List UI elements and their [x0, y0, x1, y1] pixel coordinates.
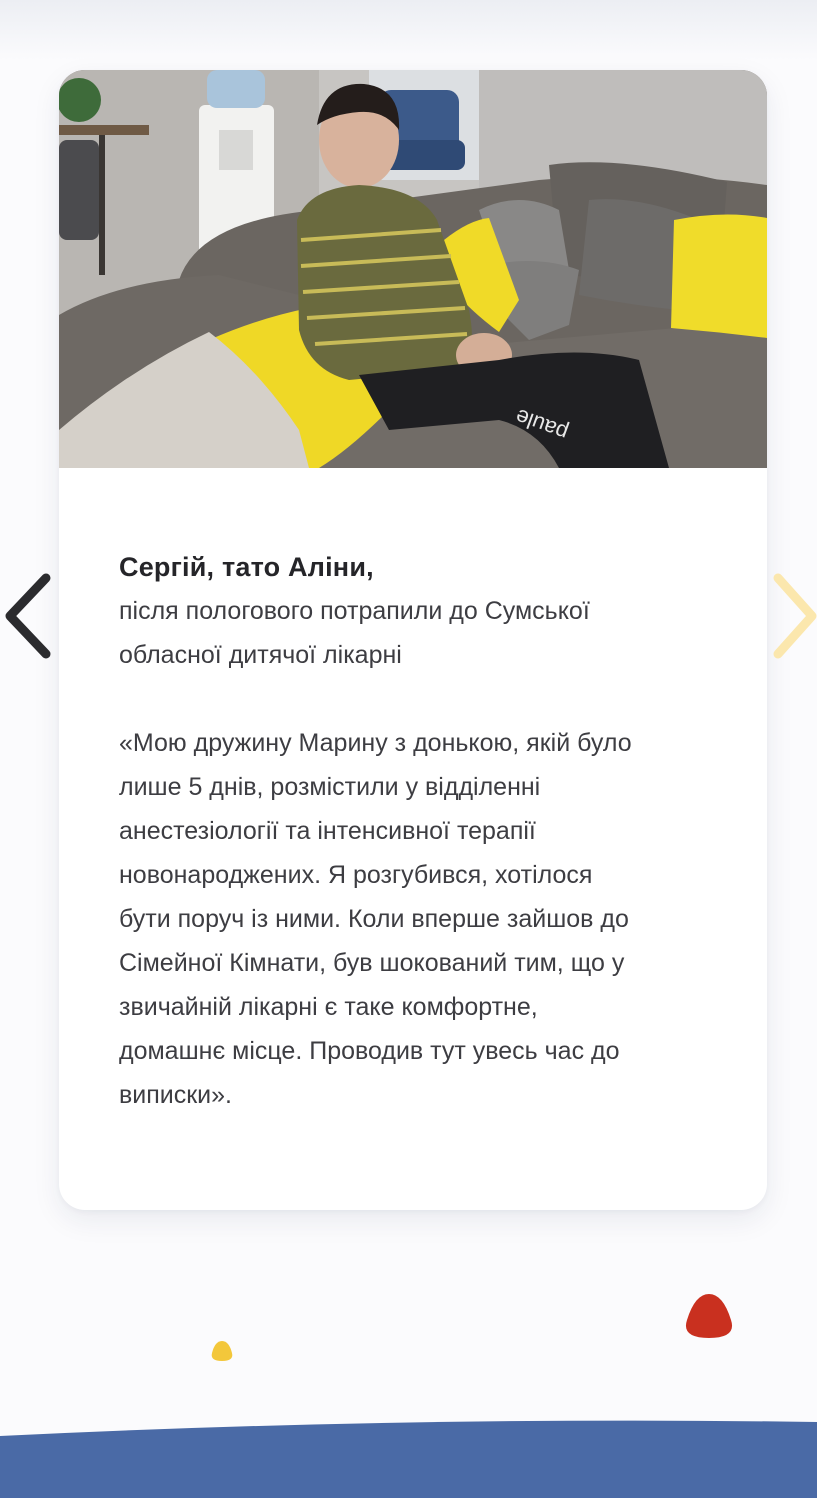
author-description-line: після пологового потрапили до Сумської — [119, 597, 590, 625]
carousel-prev-button[interactable] — [0, 570, 60, 662]
author-description-line: обласної дитячої лікарні — [119, 641, 402, 669]
quote-line: бути поруч із ними. Коли вперше зайшов д… — [119, 905, 629, 933]
quote-line: новонароджених. Я розгубився, хотілося — [119, 861, 593, 889]
testimonial-card: paule Сергій, тато Аліни, після пологово… — [59, 70, 767, 1210]
quote-line: «Мою дружину Марину з донькою, якій було — [119, 729, 632, 757]
testimonial-text: Сергій, тато Аліни, після пологового пот… — [119, 545, 709, 1117]
chevron-left-icon — [5, 573, 51, 659]
quote-line: звичайній лікарні є таке комфортне, — [119, 993, 538, 1021]
quote-line: анестезіології та інтенсивної терапії — [119, 817, 536, 845]
quote-line: лише 5 днів, розмістили у відділенні — [119, 773, 541, 801]
testimonial-quote: «Мою дружину Марину з донькою, якій було… — [119, 721, 709, 1117]
decorative-red-drop-shape — [685, 1294, 733, 1338]
footer-wave-decoration — [0, 1420, 817, 1498]
quote-line: Сімейної Кімнати, був шокований тим, що … — [119, 949, 625, 977]
chevron-right-icon — [773, 573, 817, 659]
testimonial-photo: paule — [59, 70, 767, 468]
decorative-yellow-drop-shape — [211, 1341, 233, 1361]
quote-line: домашнє місце. Проводив тут увесь час до — [119, 1037, 620, 1065]
author-description: після пологового потрапили до Сумської о… — [119, 589, 709, 677]
author-name: Сергій, тато Аліни, — [119, 552, 374, 582]
quote-line: виписки». — [119, 1081, 233, 1109]
page: paule Сергій, тато Аліни, після пологово… — [0, 0, 817, 1498]
carousel-next-button[interactable] — [768, 570, 817, 662]
